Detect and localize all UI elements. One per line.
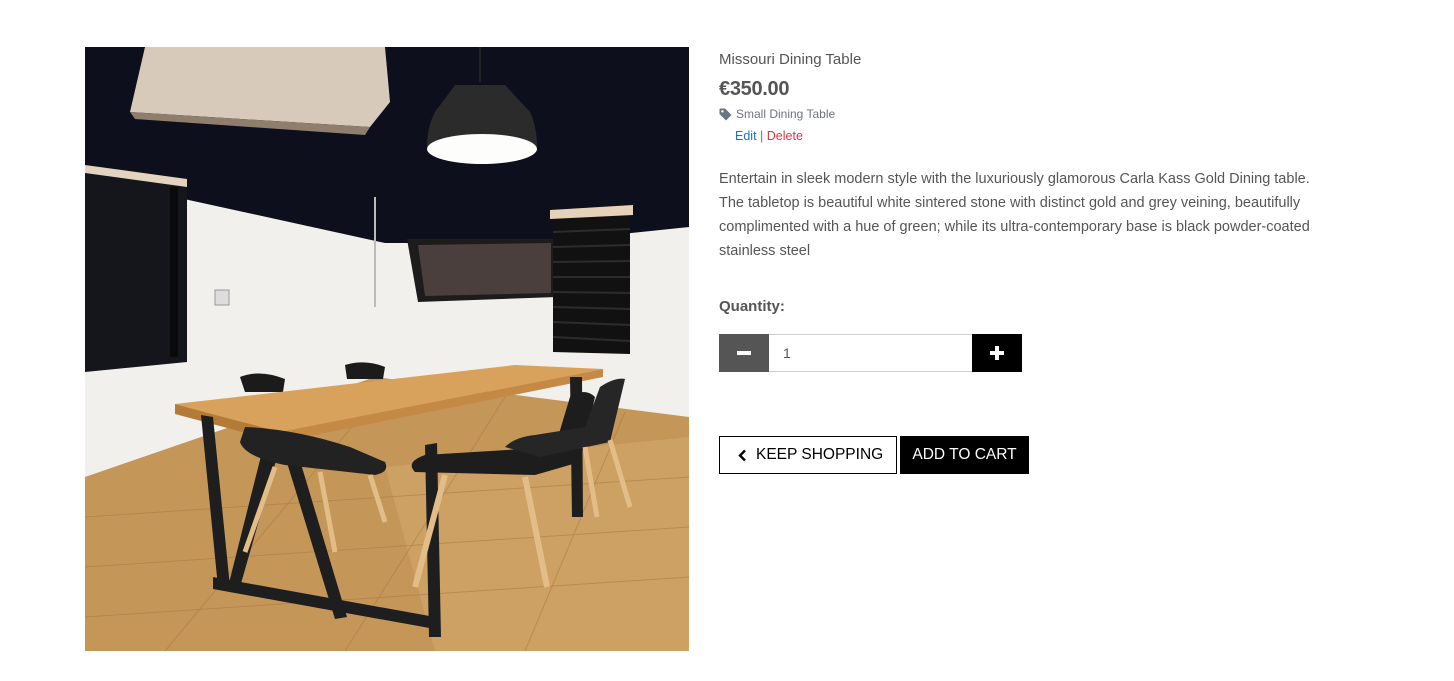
category-link[interactable]: Small Dining Table xyxy=(736,107,835,121)
decrement-button[interactable] xyxy=(719,334,769,372)
edit-link[interactable]: Edit xyxy=(735,129,757,143)
tag-icon xyxy=(719,108,732,121)
quantity-stepper xyxy=(719,334,1022,372)
link-separator: | xyxy=(760,129,764,143)
product-details: Missouri Dining Table €350.00 Small Dini… xyxy=(719,47,1329,474)
product-actions: KEEP SHOPPING ADD TO CART xyxy=(719,436,1329,474)
add-to-cart-button[interactable]: ADD TO CART xyxy=(900,436,1029,474)
keep-shopping-button[interactable]: KEEP SHOPPING xyxy=(719,436,897,474)
product-category: Small Dining Table xyxy=(719,107,1329,121)
product-price: €350.00 xyxy=(719,78,790,100)
quantity-label: Quantity: xyxy=(719,298,785,315)
delete-link[interactable]: Delete xyxy=(767,129,803,143)
admin-links: Edit | Delete xyxy=(735,129,1329,144)
quantity-input[interactable] xyxy=(769,334,972,372)
increment-button[interactable] xyxy=(972,334,1022,372)
minus-icon xyxy=(737,351,751,355)
chevron-left-icon xyxy=(738,449,746,461)
keep-shopping-label: KEEP SHOPPING xyxy=(756,446,884,463)
plus-icon xyxy=(990,346,1004,360)
product-name: Missouri Dining Table xyxy=(719,51,862,68)
product-image[interactable] xyxy=(85,47,689,651)
product-description: Entertain in sleek modern style with the… xyxy=(719,171,1310,259)
